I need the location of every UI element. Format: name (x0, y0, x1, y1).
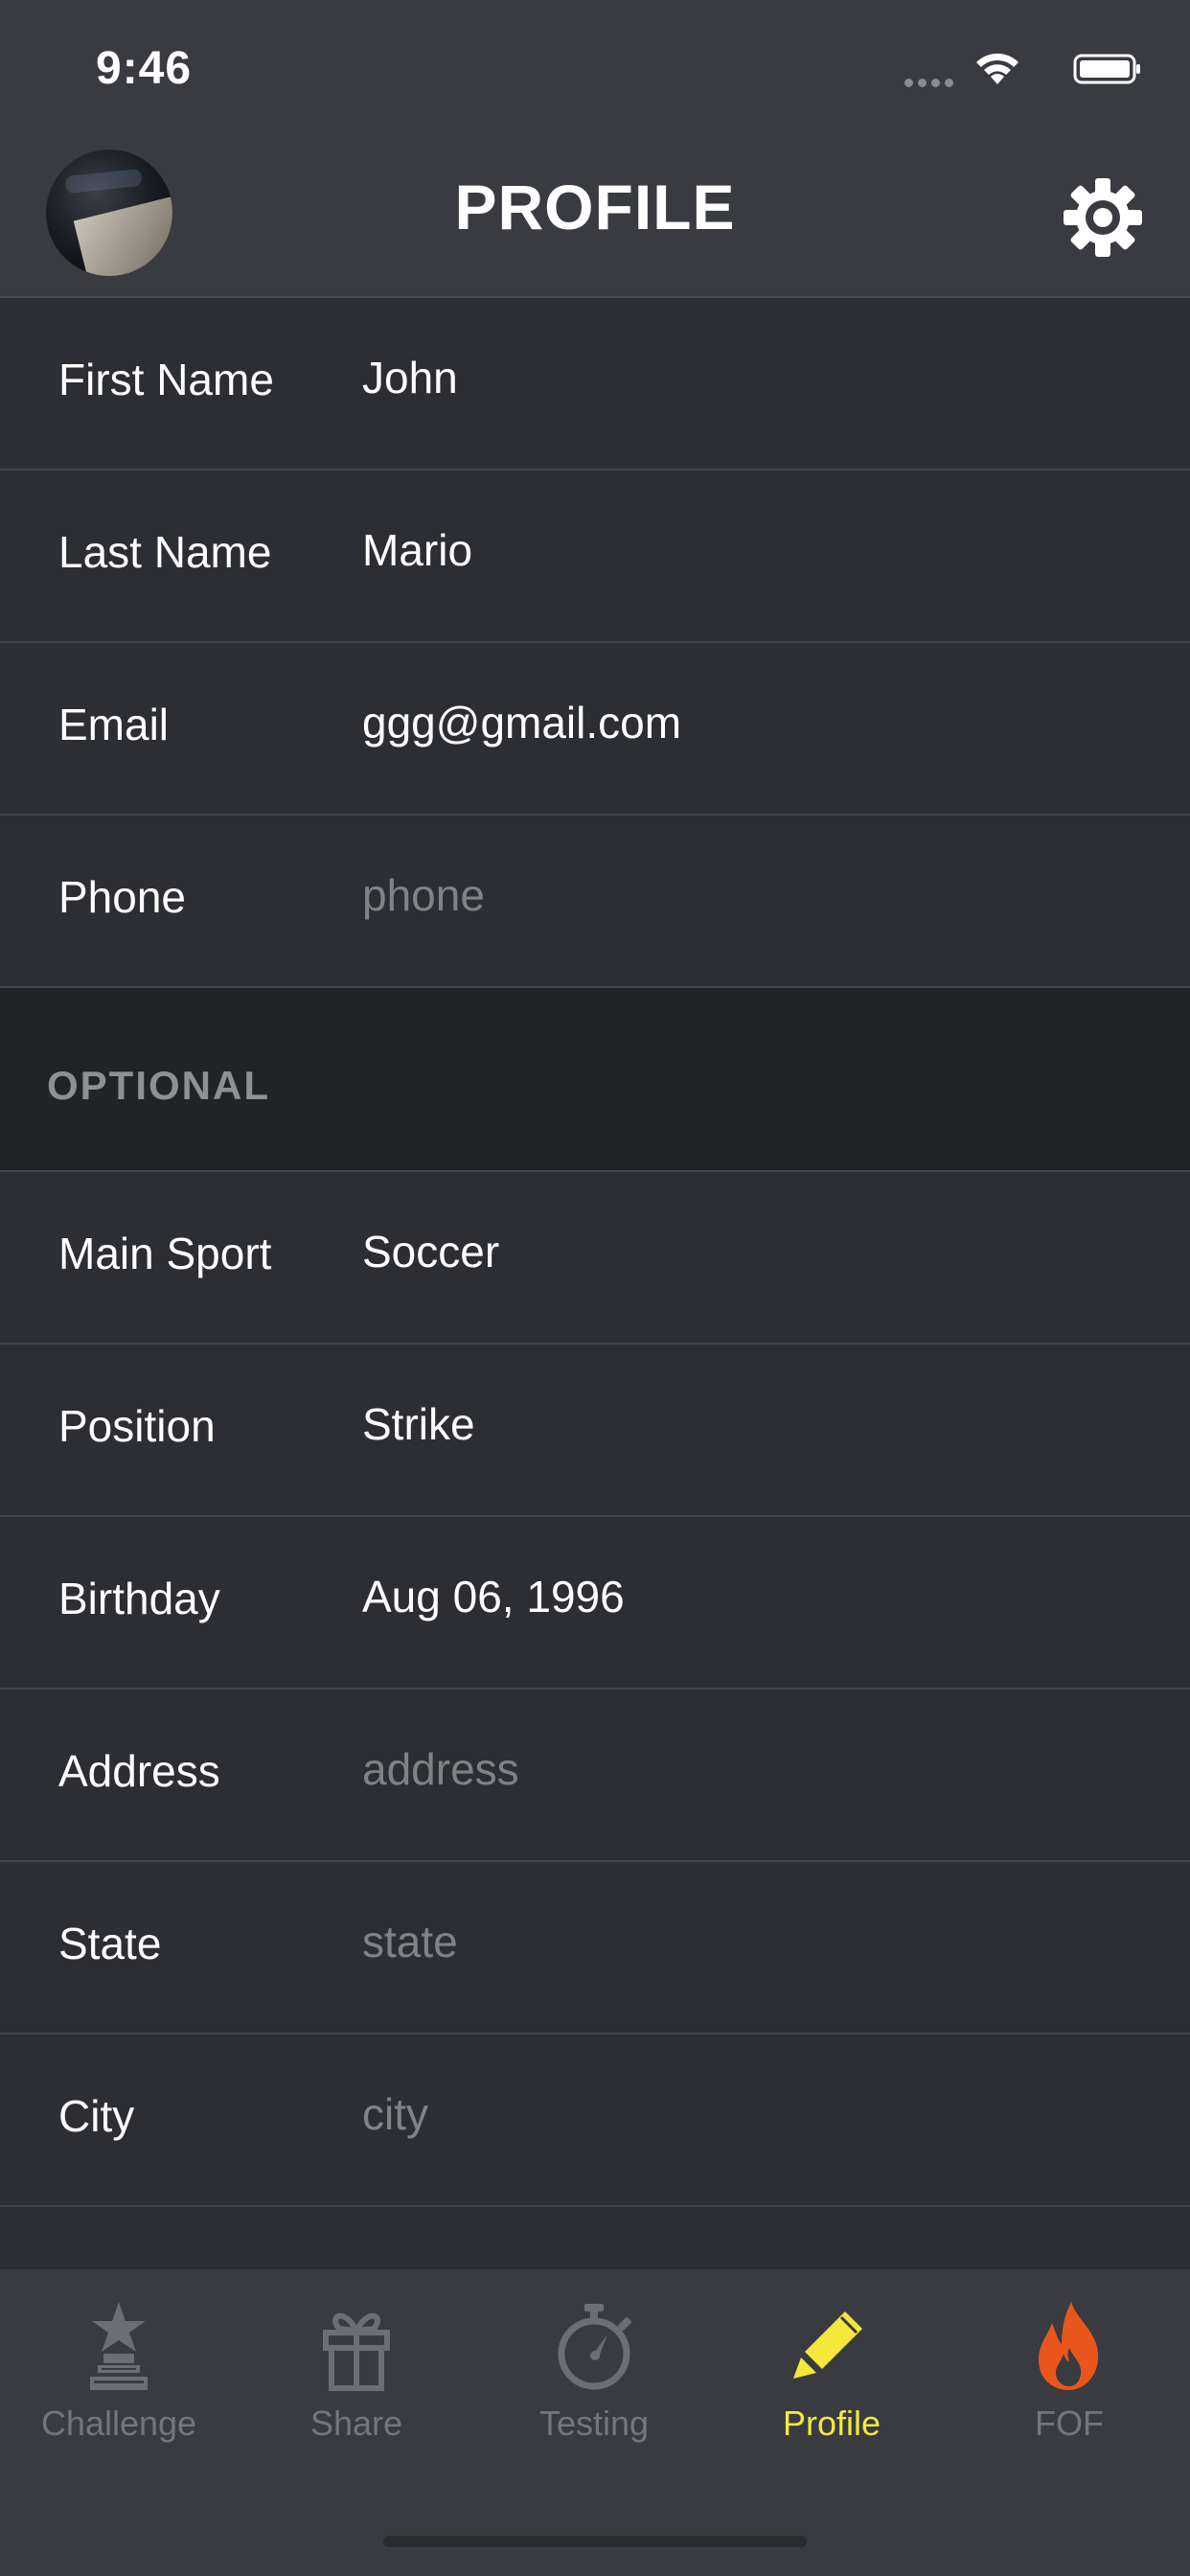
status-icons (893, 50, 1142, 88)
address-label: Address (58, 1746, 220, 1796)
birthday-row[interactable]: Birthday Aug 06, 1996 (0, 1517, 1190, 1690)
navigation-header: 9:46 PROFILE (0, 0, 1190, 298)
phone-label: Phone (58, 872, 187, 922)
state-row[interactable]: State state (0, 1862, 1190, 2035)
tab-challenge[interactable]: Challenge (0, 2298, 238, 2471)
tab-fof[interactable]: FOF (950, 2298, 1188, 2471)
gear-icon[interactable] (1062, 176, 1144, 259)
home-indicator (383, 2536, 807, 2547)
trophy-star-icon (90, 2302, 148, 2390)
tab-label-share: Share (309, 2404, 403, 2443)
email-label: Email (58, 700, 170, 749)
last-name-label: Last Name (58, 527, 272, 577)
tab-testing[interactable]: Testing (475, 2298, 713, 2471)
tab-label-testing: Testing (538, 2404, 650, 2443)
position-field[interactable]: Strike (362, 1398, 475, 1450)
signal-icon (904, 75, 960, 87)
city-field[interactable]: city (362, 2088, 428, 2140)
tab-share[interactable]: Share (238, 2298, 475, 2471)
section-title: OPTIONAL (47, 1063, 270, 1108)
main-sport-label: Main Sport (58, 1229, 272, 1278)
flame-icon (1039, 2302, 1099, 2390)
tab-label-fof: FOF (1035, 2404, 1104, 2443)
status-time: 9:46 (96, 43, 193, 94)
email-field[interactable]: ggg@gmail.com (362, 697, 681, 748)
city-label: City (58, 2091, 135, 2141)
tab-bar: Challenge Share Testing Profile FOF (0, 2269, 1190, 2576)
pencil-icon (793, 2312, 862, 2379)
first-name-row[interactable]: First Name John (0, 298, 1190, 471)
city-row[interactable]: City city (0, 2035, 1190, 2207)
first-name-field[interactable]: John (362, 352, 458, 403)
phone-row[interactable]: Phone phone (0, 816, 1190, 988)
gift-icon (323, 2312, 390, 2391)
tab-profile[interactable]: Profile (713, 2298, 950, 2471)
state-label: State (58, 1919, 162, 1968)
position-label: Position (58, 1401, 216, 1451)
last-name-row[interactable]: Last Name Mario (0, 471, 1190, 643)
main-sport-row[interactable]: Main Sport Soccer (0, 1172, 1190, 1345)
last-name-field[interactable]: Mario (362, 524, 472, 576)
main-sport-field[interactable]: Soccer (362, 1226, 499, 1277)
stopwatch-icon (558, 2304, 631, 2390)
phone-field[interactable]: phone (362, 869, 485, 921)
optional-section-header: OPTIONAL (0, 988, 1190, 1172)
page-title: PROFILE (454, 172, 736, 242)
tab-label-profile: Profile (782, 2404, 881, 2443)
position-row[interactable]: Position Strike (0, 1345, 1190, 1517)
profile-form: First Name John Last Name Mario Email gg… (0, 298, 1190, 2207)
state-field[interactable]: state (362, 1916, 458, 1967)
battery-icon (1073, 54, 1140, 84)
address-field[interactable]: address (362, 1743, 519, 1795)
first-name-label: First Name (58, 355, 274, 404)
email-row[interactable]: Email ggg@gmail.com (0, 643, 1190, 816)
tab-label-challenge: Challenge (40, 2404, 197, 2443)
wifi-icon (976, 53, 1018, 84)
birthday-field[interactable]: Aug 06, 1996 (362, 1571, 625, 1622)
birthday-label: Birthday (58, 1574, 220, 1623)
address-row[interactable]: Address address (0, 1690, 1190, 1862)
